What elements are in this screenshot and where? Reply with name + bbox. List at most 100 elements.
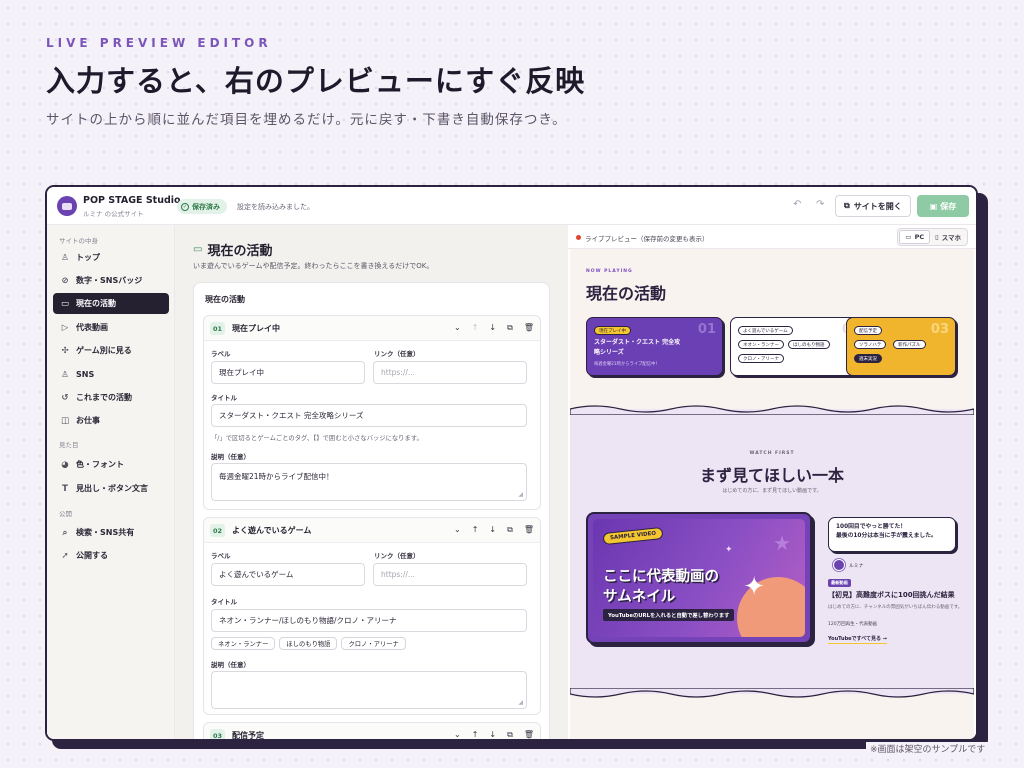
site-preview: NOW PLAYING 現在の活動 01 現在プレイ中 スターダスト・クエスト …: [570, 249, 974, 739]
arrow-up-icon[interactable]: ↑: [472, 730, 479, 739]
description-textarea[interactable]: ◢: [211, 671, 527, 709]
arrow-down-icon[interactable]: ↓: [489, 323, 496, 333]
sidebar-item-top[interactable]: ♙ トップ: [53, 247, 169, 268]
speech-bubble: 100回目でやっと勝てた！ 最後の10分は本当に手が震えました。: [828, 517, 956, 552]
thumbnail-title-line: ここに代表動画の: [603, 569, 719, 585]
resize-handle-icon[interactable]: ◢: [518, 699, 523, 706]
title-input[interactable]: スターダスト・クエスト 完全攻略シリーズ: [211, 404, 527, 427]
brand-name: POP STAGE Studio: [83, 195, 181, 206]
bubble-line: 100回目でやっと勝てた！: [836, 524, 907, 530]
trash-icon[interactable]: 🗑: [524, 323, 534, 333]
item-heading: よく遊んでいるゲーム: [232, 526, 312, 535]
title-input[interactable]: ネオン・ランナー/ほしのもり物語/クロノ・アリーナ: [211, 609, 527, 632]
copy-icon[interactable]: ⧉: [507, 323, 513, 333]
mobile-toggle[interactable]: ▯ スマホ: [930, 230, 966, 244]
sidebar-item-sns[interactable]: ♙ SNS: [53, 364, 169, 385]
label-input[interactable]: よく遊んでいるゲーム: [211, 563, 365, 586]
open-site-button[interactable]: ⧉ サイトを開く: [835, 195, 911, 217]
video-description: はじめての方に、チャンネルの雰囲気がいちばん伝わる動画です。: [828, 605, 963, 610]
sidebar-item-headings[interactable]: T 見出し・ボタン文言: [53, 478, 169, 499]
editor-panel: ▭ 現在の活動 いま遊んでいるゲームや配信予定。終わったらここを書き換えるだけでO…: [175, 225, 568, 739]
sidebar-item-seo[interactable]: ⌕ 検索・SNS共有: [53, 522, 169, 543]
search-icon: ⌕: [62, 527, 68, 538]
undo-icon[interactable]: ↶: [793, 199, 801, 210]
mobile-label: スマホ: [941, 234, 961, 242]
pc-toggle[interactable]: ▭ PC: [899, 230, 931, 244]
sidebar-item-label: 検索・SNS共有: [76, 528, 135, 537]
sidebar-item-label: 代表動画: [76, 323, 108, 332]
sidebar-item-videos[interactable]: ▷ 代表動画: [53, 317, 169, 338]
person-icon: ♙: [61, 252, 69, 263]
palette-icon: ◕: [61, 459, 69, 470]
sidebar-item-publish[interactable]: ➚ 公開する: [53, 545, 169, 566]
chevron-down-icon[interactable]: ⌄: [454, 525, 461, 535]
link-input[interactable]: https://...: [373, 361, 527, 384]
activity-item: 02 よく遊んでいるゲーム ⌄ ↑ ↓ ⧉ 🗑 ラベル リンク（任意） よく遊ん…: [203, 517, 541, 715]
redo-icon[interactable]: ↷: [816, 199, 824, 210]
copy-icon[interactable]: ⧉: [507, 525, 513, 535]
logo-icon: [57, 196, 77, 216]
save-label: 保存: [940, 201, 957, 211]
video-thumbnail[interactable]: ★ ✦ ✦ SAMPLE VIDEO ここに代表動画の サムネイル YouTub…: [586, 512, 812, 644]
briefcase-icon: ◫: [60, 415, 70, 426]
youtube-all-link[interactable]: YouTubeですべて見る →: [828, 635, 887, 644]
save-button[interactable]: ▣ 保存: [917, 195, 969, 217]
label-field-label: ラベル: [211, 552, 231, 560]
thumbnail-title-line: サムネイル: [603, 589, 676, 605]
arrow-up-icon[interactable]: ↑: [472, 323, 479, 333]
gamepad-icon: ▭: [60, 298, 70, 309]
sidebar-item-games[interactable]: ✣ ゲーム別に見る: [53, 340, 169, 361]
sidebar-item-stats[interactable]: ⊘ 数字・SNSバッジ: [53, 270, 169, 291]
check-circle-icon: ⊘: [61, 275, 69, 286]
puzzle-icon: ✣: [61, 345, 69, 356]
card-tag: ほしのもり物語: [788, 340, 830, 349]
trash-icon[interactable]: 🗑: [524, 730, 534, 739]
app-window: POP STAGE Studio ルミナ の公式サイト ✓ 保存済み 設定を読み込…: [45, 185, 978, 741]
arrow-up-icon[interactable]: ↑: [472, 525, 479, 535]
tag-chip: クロノ・アリーナ: [341, 637, 406, 650]
sidebar-item-label: 現在の活動: [76, 299, 116, 308]
activity-item: 03 配信予定 ⌄ ↑ ↓ ⧉ 🗑: [203, 722, 541, 739]
card-number: 01: [697, 322, 716, 337]
hero: LIVE PREVIEW EDITOR 入力すると、右のプレビューにすぐ反映 サ…: [46, 36, 1006, 128]
card-tag: 新作パズル: [893, 340, 926, 349]
bubble-line: 最後の10分は本当に手が震えました。: [836, 533, 937, 540]
label-input[interactable]: 現在プレイ中: [211, 361, 365, 384]
link-input[interactable]: https://...: [373, 563, 527, 586]
chevron-down-icon[interactable]: ⌄: [454, 730, 461, 739]
sidebar-item-work[interactable]: ◫ お仕事: [53, 410, 169, 431]
arrow-down-icon[interactable]: ↓: [489, 730, 496, 739]
thumbnail-inner: ★ ✦ ✦ SAMPLE VIDEO ここに代表動画の サムネイル YouTub…: [593, 519, 805, 637]
video-title[interactable]: 【初見】高難度ボスに100回挑んだ結果: [828, 590, 955, 600]
arrow-down-icon[interactable]: ↓: [489, 525, 496, 535]
editor-title-text: 現在の活動: [207, 244, 273, 259]
avatar: [833, 559, 845, 571]
copy-icon[interactable]: ⧉: [507, 730, 513, 739]
card-tag: よく遊んでいるゲーム: [738, 326, 793, 335]
item-heading: 配信予定: [232, 731, 264, 739]
activity-card: 現在の活動 01 現在プレイ中 ⌄ ↑ ↓ ⧉ 🗑 ラベル リンク（任意） 現在: [193, 282, 550, 739]
eyebrow: LIVE PREVIEW EDITOR: [46, 36, 272, 50]
resize-handle-icon[interactable]: ◢: [518, 491, 523, 498]
item-number: 01: [210, 322, 225, 335]
sidebar-item-history[interactable]: ↺ これまでの活動: [53, 387, 169, 408]
floppy-icon: ▣: [929, 201, 938, 211]
gamepad-icon: ▭: [193, 244, 203, 255]
chevron-down-icon[interactable]: ⌄: [454, 323, 461, 333]
external-link-icon: ⧉: [844, 201, 850, 210]
card-title-line: スターダスト・クエスト 完全攻: [594, 339, 681, 346]
star-icon: ★: [773, 531, 791, 555]
tag-chip: ネオン・ランナー: [211, 637, 276, 650]
card-heading: 現在の活動: [205, 295, 245, 304]
wave-divider: [570, 405, 974, 415]
feature-title: まず見てほしい一本: [699, 466, 844, 485]
description-textarea[interactable]: 毎週金曜21時からライブ配信中！ ◢: [211, 463, 527, 501]
preview-activity-card: 01 現在プレイ中 スターダスト・クエスト 完全攻 略シリーズ 毎週金曜21時から…: [586, 317, 723, 376]
sidebar-item-colors[interactable]: ◕ 色・フォント: [53, 454, 169, 475]
trash-icon[interactable]: 🗑: [524, 525, 534, 535]
sparkle-icon: ✦: [725, 545, 733, 555]
sidebar-item-label: 見出し・ボタン文言: [76, 484, 148, 493]
tag-chip: ほしのもり物語: [279, 637, 338, 650]
sidebar-item-activity[interactable]: ▭ 現在の活動: [53, 293, 169, 314]
card-tag: ソラノハテ: [854, 340, 887, 349]
